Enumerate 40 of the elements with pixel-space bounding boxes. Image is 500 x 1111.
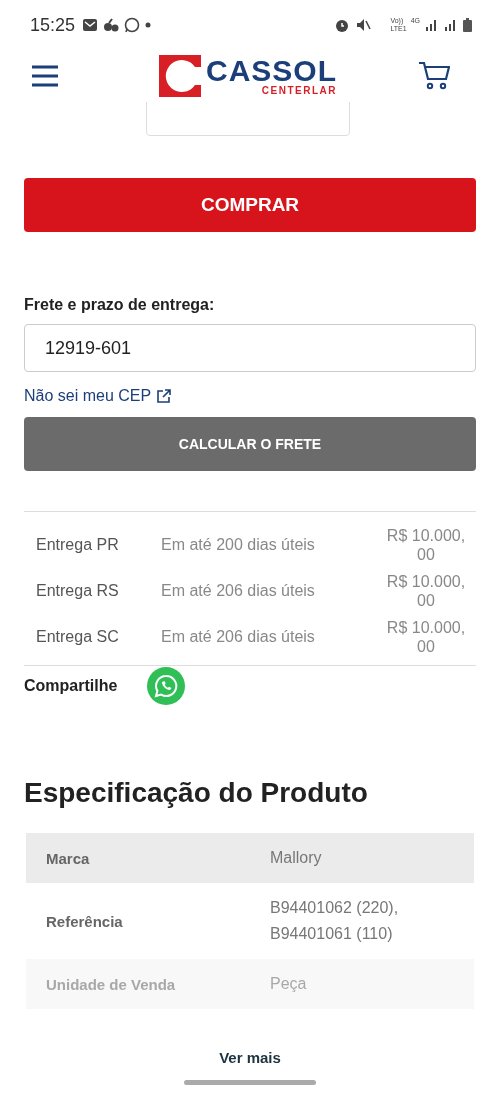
logo-mark-icon: [159, 55, 201, 97]
buy-button[interactable]: COMPRAR: [24, 178, 476, 232]
signal-icon: [425, 19, 439, 31]
external-link-icon: [156, 388, 172, 404]
share-label: Compartilhe: [24, 677, 118, 695]
shipping-price: R$ 10.000, 00: [385, 526, 467, 564]
notification-icon: [103, 18, 120, 32]
shipping-price: R$ 10.000, 00: [385, 618, 467, 656]
specs-heading: Especificação do Produto: [24, 777, 369, 809]
mail-icon: [82, 18, 99, 32]
shipping-price: R$ 10.000, 00: [385, 572, 467, 610]
spec-name: Referência: [46, 912, 124, 930]
shipping-term: Em até 206 dias úteis: [161, 582, 316, 600]
shipping-term: Em até 200 dias úteis: [161, 536, 316, 554]
chat-icon: [124, 17, 141, 33]
shipping-region: Entrega PR: [36, 536, 120, 554]
calculate-shipping-button[interactable]: CALCULAR O FRETE: [24, 417, 476, 471]
shipping-region: Entrega SC: [36, 628, 120, 646]
status-time: 15:25: [30, 14, 76, 36]
logo-name: CASSOL: [206, 56, 337, 86]
spec-value: Mallory: [270, 848, 323, 868]
alarm-icon: [334, 17, 351, 33]
menu-icon[interactable]: [32, 65, 58, 87]
dot-icon: [145, 22, 152, 28]
shipping-term: Em até 206 dias úteis: [161, 628, 316, 646]
cep-input-field[interactable]: 12919-601: [24, 324, 476, 372]
see-more-link[interactable]: Ver mais: [219, 1049, 281, 1066]
spec-value: Peça: [270, 974, 308, 994]
spec-name: Unidade de Venda: [46, 975, 177, 993]
signal-icon: [444, 19, 458, 31]
battery-icon: [463, 18, 472, 32]
spec-value: B94401062 (220), B94401061 (110): [270, 898, 400, 944]
cart-icon[interactable]: [418, 61, 450, 91]
cep-help-link[interactable]: Não sei meu CEP: [24, 387, 172, 405]
shipping-label: Frete e prazo de entrega:: [24, 296, 216, 314]
mute-icon: [355, 17, 372, 33]
whatsapp-icon[interactable]: [147, 667, 186, 705]
shipping-region: Entrega RS: [36, 582, 120, 600]
spec-name: Marca: [46, 849, 91, 867]
logo-tagline: CENTERLAR: [261, 86, 337, 96]
